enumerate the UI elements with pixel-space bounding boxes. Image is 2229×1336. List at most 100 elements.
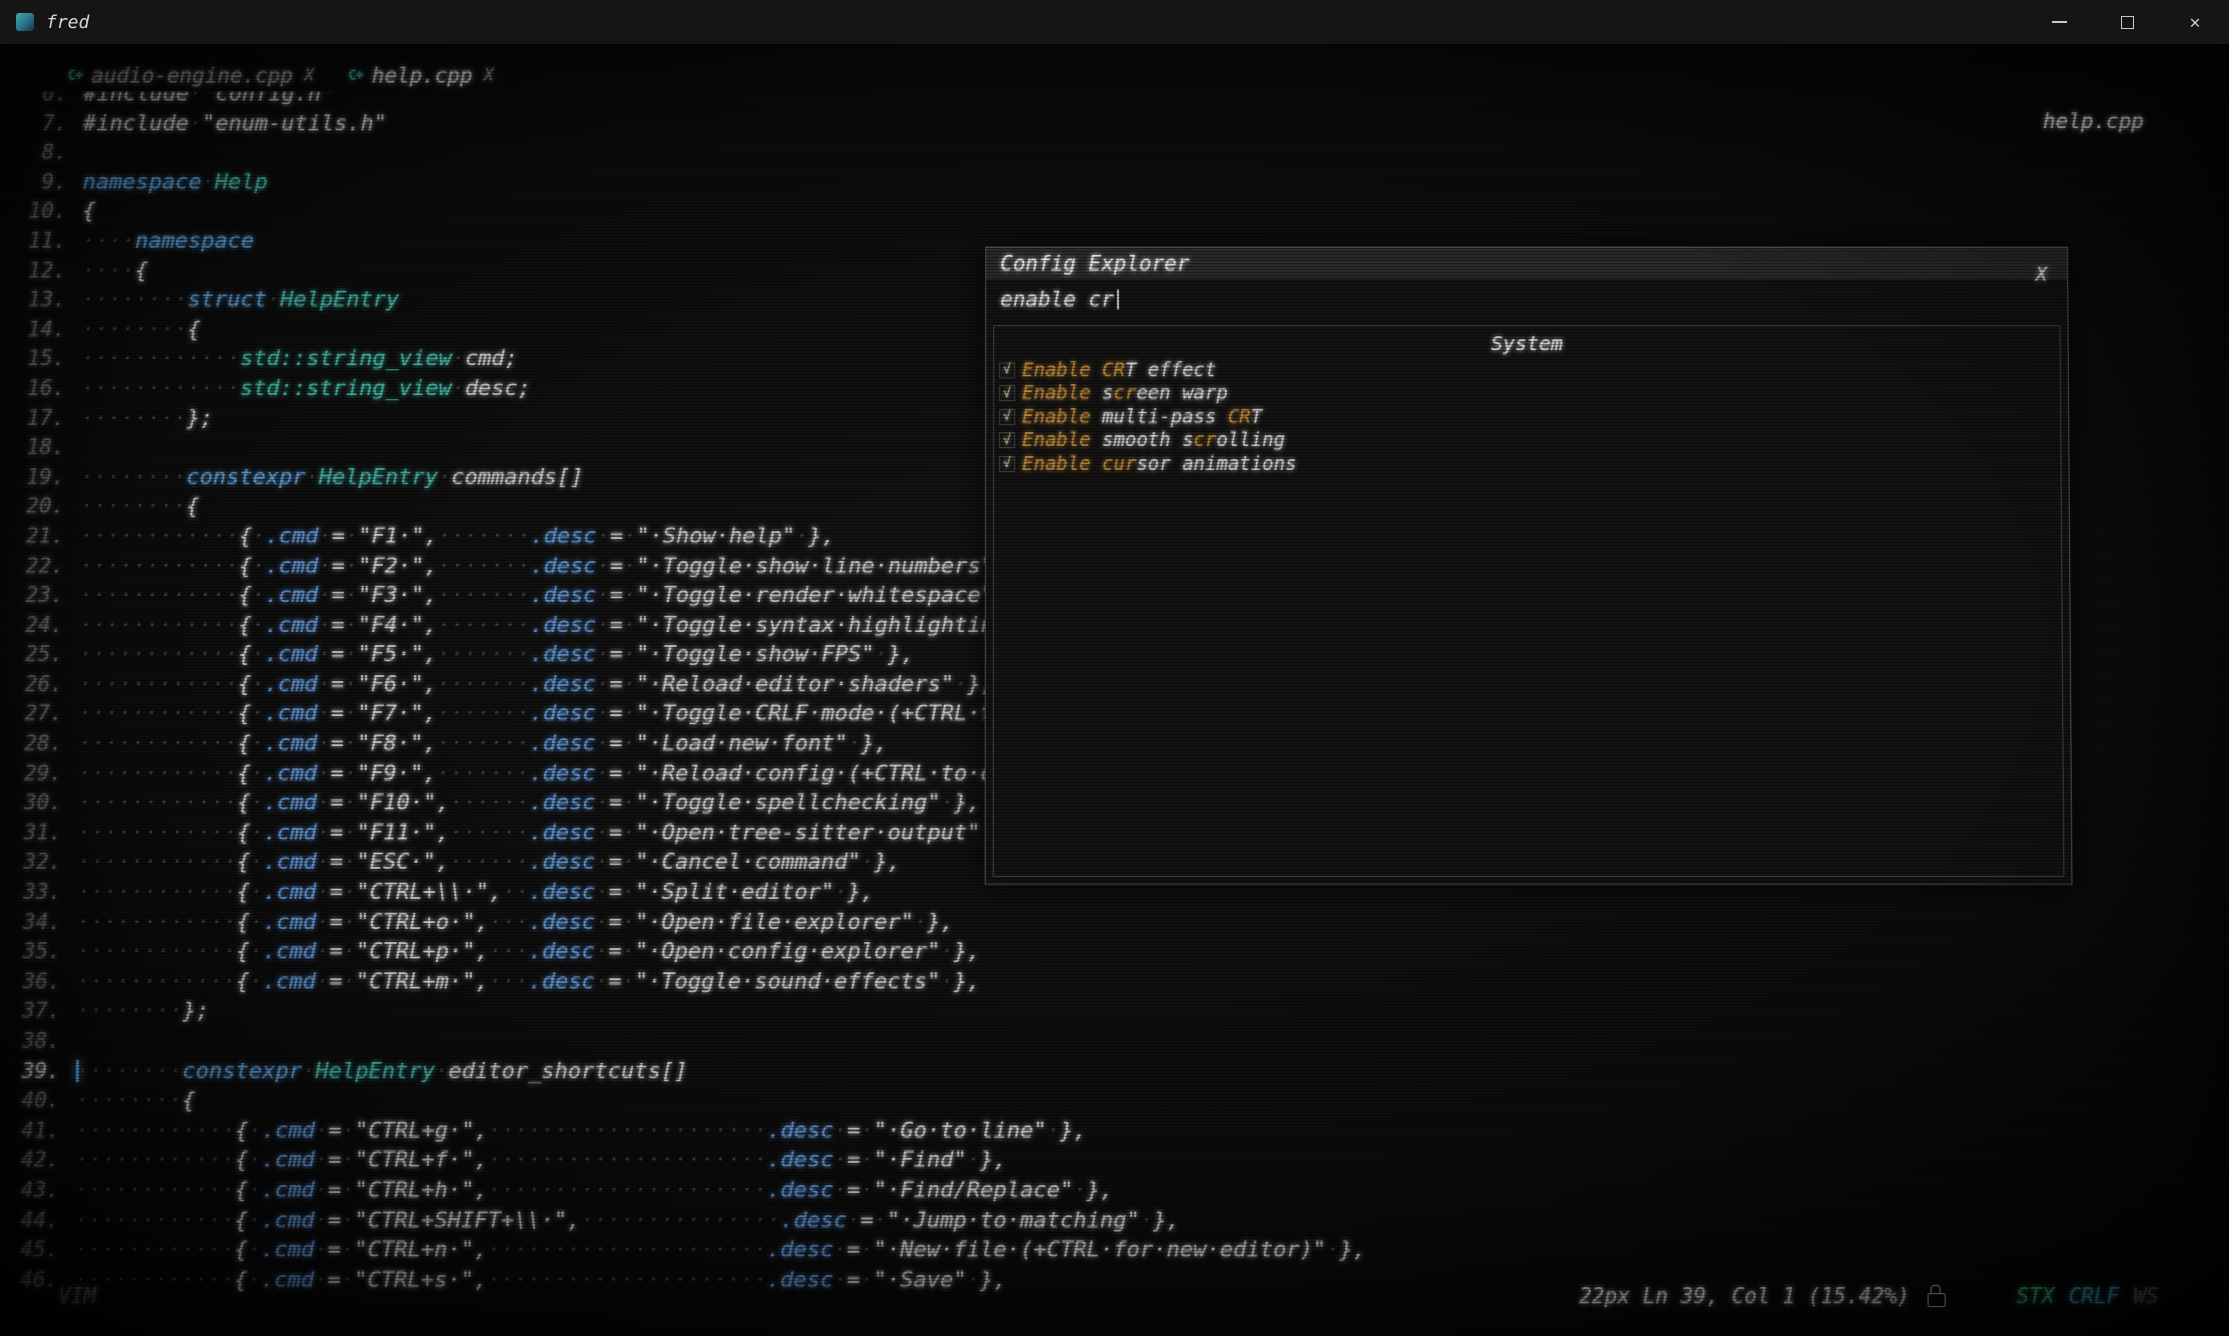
- maximize-icon: [2121, 16, 2134, 29]
- code-line[interactable]: 39.········constexpr·HelpEntry·editor_sh…: [6, 1056, 2229, 1086]
- line-number: 31.: [7, 818, 77, 848]
- code-text: ············std::string_view·desc;: [81, 376, 531, 401]
- config-option-label: Enable smooth scrolling: [1022, 429, 1285, 451]
- code-line[interactable]: 41.············{·.cmd·=·"CTRL+g·",······…: [5, 1116, 2229, 1146]
- window-controls: ✕: [2025, 0, 2229, 44]
- tab-close-button[interactable]: X: [484, 66, 494, 86]
- code-text: ········};: [81, 406, 214, 431]
- minimize-button[interactable]: [2025, 0, 2093, 44]
- line-number: 39.: [6, 1056, 77, 1086]
- code-line[interactable]: 7.#include·"enum-utils.h": [13, 109, 2222, 138]
- code-line[interactable]: 42.············{·.cmd·=·"CTRL+f·",······…: [5, 1146, 2229, 1176]
- code-line[interactable]: 45.············{·.cmd·=·"CTRL+n·",······…: [4, 1236, 2229, 1266]
- line-number: 17.: [11, 404, 81, 434]
- code-text: ····namespace: [82, 229, 254, 254]
- code-line[interactable]: 38.: [6, 1027, 2229, 1057]
- code-text: ········};: [76, 999, 209, 1024]
- code-text: ············{·.cmd·=·"CTRL+n·",·········…: [74, 1238, 1366, 1263]
- config-option-label: Enable CRT effect: [1022, 359, 1216, 381]
- code-line[interactable]: 34.············{·.cmd·=·"CTRL+o·",···.de…: [7, 908, 2229, 938]
- cpp-file-icon: C+: [68, 68, 83, 84]
- code-line[interactable]: 36.············{·.cmd·=·"CTRL+m·",···.de…: [6, 967, 2229, 997]
- code-line[interactable]: 35.············{·.cmd·=·"CTRL+p·",···.de…: [6, 937, 2228, 967]
- code-line[interactable]: 10.{: [13, 197, 2223, 226]
- line-number: 20.: [10, 492, 80, 522]
- checkbox-checked-icon: √: [999, 456, 1015, 472]
- line-number: 40.: [5, 1086, 76, 1116]
- line-number: 13.: [12, 286, 82, 315]
- line-number: 25.: [9, 640, 79, 670]
- window-titlebar[interactable]: fred ✕: [0, 0, 2229, 44]
- lock-icon: [1928, 1293, 1946, 1307]
- line-number: 6.: [13, 92, 83, 109]
- config-section-header: System: [994, 331, 2060, 355]
- code-text: ····{: [82, 258, 148, 283]
- code-text: ············{·.cmd·=·"F11·",······.desc·…: [78, 820, 1021, 845]
- crlf-indicator: CRLF: [2068, 1284, 2119, 1308]
- tab-label: help.cpp: [372, 64, 473, 88]
- code-line[interactable]: 40.········{: [5, 1086, 2229, 1116]
- config-option[interactable]: √Enable screen warp: [999, 382, 2060, 405]
- line-number: 10.: [13, 197, 83, 226]
- line-number: 11.: [12, 227, 82, 256]
- code-line[interactable]: 37.········};: [6, 997, 2229, 1027]
- line-number: 37.: [6, 997, 76, 1027]
- code-text: ············{·.cmd·=·"F5·",·······.desc·…: [79, 642, 914, 667]
- tab-bar: C+ audio-engine.cpp XC+ help.cpp X: [67, 64, 493, 88]
- tab-audio-engine.cpp[interactable]: C+ audio-engine.cpp X: [67, 64, 314, 88]
- config-explorer-close-button[interactable]: X: [2036, 264, 2048, 286]
- line-number: 14.: [12, 315, 82, 344]
- line-number: 24.: [9, 611, 79, 641]
- code-line[interactable]: 9.namespace·Help: [13, 168, 2222, 197]
- tab-help.cpp[interactable]: C+help.cppX: [348, 64, 494, 88]
- code-text: ········constexpr·HelpEntry·editor_short…: [76, 1059, 688, 1084]
- code-text: #include·"enum-utils.h": [83, 111, 387, 136]
- ws-indicator: WS: [2133, 1284, 2159, 1308]
- line-number: 15.: [11, 345, 81, 375]
- code-line[interactable]: 6.#include·"config.h": [13, 92, 2221, 109]
- config-explorer-titlebar[interactable]: Config Explorer: [986, 248, 2067, 280]
- code-text: ············{·.cmd·=·"CTRL+SHIFT+\\·",··…: [75, 1208, 1180, 1233]
- config-option[interactable]: √ Enable CRT effect: [999, 358, 2060, 381]
- code-text: ········{: [76, 1088, 196, 1113]
- line-number: 35.: [6, 937, 76, 967]
- config-option[interactable]: √ Enable smooth scrolling: [999, 429, 2060, 452]
- line-number: 27.: [8, 700, 78, 730]
- code-text: namespace·Help: [83, 170, 268, 195]
- config-search-value: enable cr: [1000, 287, 1114, 311]
- status-bar: VIM 22px Ln 39, Col 1 (15.42%) STX CRLF …: [0, 1284, 2229, 1314]
- code-line[interactable]: 43.············{·.cmd·=·"CTRL+h·",······…: [5, 1176, 2229, 1206]
- code-text: ········constexpr·HelpEntry·commands[]: [80, 465, 583, 490]
- minimize-icon: [2052, 21, 2067, 23]
- code-text: ············{·.cmd·=·"ESC·",······.desc·…: [77, 850, 900, 875]
- code-text: ············{·.cmd·=·"CTRL+p·",···.desc·…: [77, 939, 981, 964]
- checkbox-checked-icon: √: [999, 362, 1015, 378]
- maximize-button[interactable]: [2093, 0, 2161, 44]
- code-text: ············{·.cmd·=·"F2·",·······.desc·…: [80, 553, 1034, 578]
- code-text: ············{·.cmd·=·"F10·",······.desc·…: [78, 791, 981, 816]
- code-line[interactable]: 44.············{·.cmd·=·"CTRL+SHIFT+\\·"…: [4, 1206, 2229, 1236]
- config-option-label: Enable cursor animations: [1022, 453, 1296, 475]
- cursor-position-info: 22px Ln 39, Col 1 (15.42%): [1579, 1284, 1910, 1308]
- tab-close-button[interactable]: X: [304, 66, 314, 86]
- line-number: 30.: [8, 789, 78, 819]
- code-text: #include·"config.h": [83, 92, 334, 107]
- code-text: ············{·.cmd·=·"F3·",·······.desc·…: [79, 583, 1033, 608]
- code-text: ············{·.cmd·=·"CTRL+f·",·········…: [75, 1148, 1007, 1173]
- tab-label: audio-engine.cpp: [91, 64, 293, 88]
- checkbox-checked-icon: √: [999, 432, 1015, 448]
- code-text: ········struct·HelpEntry: [82, 288, 400, 313]
- line-number: 8.: [13, 138, 83, 167]
- close-button[interactable]: ✕: [2161, 0, 2229, 44]
- vim-mode-indicator: VIM: [58, 1284, 96, 1308]
- code-text: ············{·.cmd·=·"CTRL+h·",·········…: [75, 1178, 1113, 1203]
- code-text: {: [82, 199, 95, 224]
- code-line[interactable]: 8.: [13, 138, 2222, 167]
- checkbox-checked-icon: √: [999, 385, 1015, 401]
- line-number: 38.: [6, 1027, 76, 1057]
- line-number: 18.: [11, 433, 81, 463]
- line-number: 33.: [7, 878, 77, 908]
- config-search-input[interactable]: enable cr: [986, 280, 2067, 320]
- config-option[interactable]: √ Enable cursor animations: [999, 452, 2061, 475]
- config-option[interactable]: √Enable multi-pass CRT: [999, 405, 2060, 428]
